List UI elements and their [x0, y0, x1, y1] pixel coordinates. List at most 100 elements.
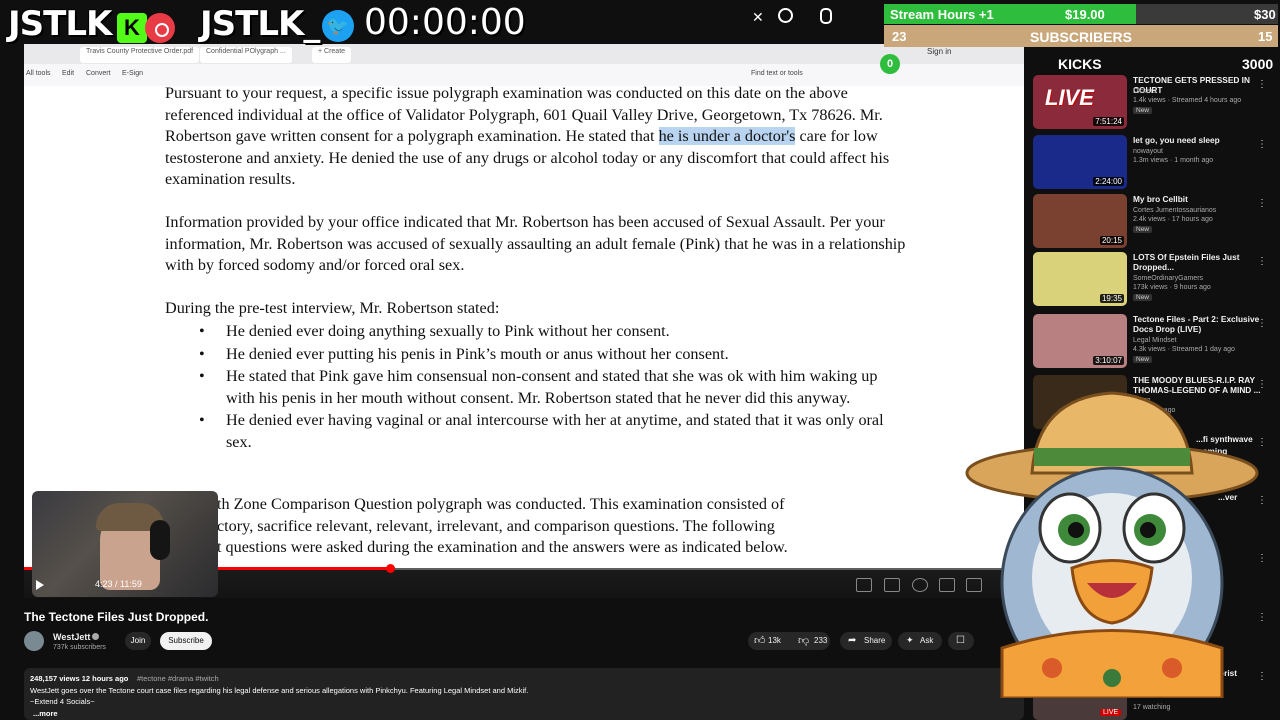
share-icon: ➦	[848, 635, 857, 646]
new-badge: New	[1133, 356, 1153, 363]
doc-paragraph-2: Information provided by your office indi…	[165, 213, 906, 274]
recommendation-item[interactable]: 2:24:00 let go, you need sleep nowayout 1.3…	[1033, 135, 1273, 191]
rec-channel[interactable]: nowayout	[1133, 148, 1163, 155]
rec-thumbnail[interactable]: 20:15	[1033, 194, 1127, 248]
rec-thumbnail[interactable]: 3:10:07	[1033, 314, 1127, 368]
progress-scrubber[interactable]	[386, 564, 395, 573]
recommendation-item[interactable]: 3:10:07 Tectone Files - Part 2: Exclusive…	[1033, 314, 1273, 370]
close-icon[interactable]: ✕	[752, 9, 764, 26]
stream-timer: 00:00:00	[364, 2, 526, 43]
penguin-mascot-image	[965, 391, 1259, 698]
more-link[interactable]: ...more	[33, 709, 58, 718]
rec-meta: 4.3k views · Streamed 1 day ago	[1133, 346, 1235, 353]
stream-hours-amount: $19.00	[1065, 7, 1105, 22]
doc-bullet: He denied ever having vaginal or anal in…	[165, 410, 910, 453]
recommendation-item[interactable]: 20:15 My bro Cellbit Cortes Jumentossauria…	[1033, 194, 1273, 250]
tool-esign[interactable]: E-Sign	[122, 70, 143, 77]
doc-paragraph-4: th Zone Comparison Question polygraph wa…	[217, 495, 788, 556]
stream-hours-label: Stream Hours +1	[890, 7, 994, 22]
rec-meta: 1.4k views · Streamed 4 hours ago	[1133, 97, 1242, 104]
doc-paragraph-3: During the pre-test interview, Mr. Rober…	[165, 299, 500, 317]
new-badge: New	[1133, 107, 1153, 114]
rec-duration: 20:15	[1099, 236, 1124, 245]
rec-duration: 19:35	[1099, 294, 1124, 303]
more-options-icon[interactable]: ⋮	[1257, 139, 1267, 150]
pdf-tab-2[interactable]: Confidential POlygraph ...	[200, 47, 292, 63]
doc-paragraph-1: Pursuant to your request, a specific iss…	[165, 84, 890, 188]
doc-bullet: He denied ever putting his penis in Pink…	[165, 344, 910, 366]
recommendation-item[interactable]: LIVE 7:51:24 TECTONE GETS PRESSED IN COURT…	[1033, 75, 1273, 131]
tool-convert[interactable]: Convert	[86, 70, 111, 77]
video-title: The Tectone Files Just Dropped.	[24, 610, 209, 624]
channel-subscribers: 737k subscribers	[53, 644, 106, 651]
new-badge: New	[1133, 226, 1153, 233]
play-icon[interactable]	[36, 580, 44, 590]
rec-title[interactable]: LOTS Of Epstein Files Just Dropped...	[1133, 252, 1261, 272]
channel-name[interactable]: WestJett	[53, 632, 90, 642]
rec-duration: 3:10:07	[1093, 356, 1124, 365]
sign-in-link[interactable]: Sign in	[927, 47, 951, 56]
thumbs-down-icon[interactable]: 👎︎	[798, 634, 809, 647]
rec-thumbnail[interactable]: 2:24:00	[1033, 135, 1127, 189]
subs-label: SUBSCRIBERS	[1030, 29, 1132, 45]
thumbs-up-icon[interactable]: 👍︎	[754, 634, 766, 647]
more-options-icon[interactable]: ⋮	[1257, 79, 1267, 90]
like-count[interactable]: 13k	[768, 636, 781, 645]
pdf-tab-1[interactable]: Travis County Protective Order.pdf	[80, 47, 200, 63]
recommendation-item[interactable]: 19:35 LOTS Of Epstein Files Just Dropped.…	[1033, 252, 1273, 308]
new-badge: New	[1133, 294, 1153, 301]
doc-bullet-list: He denied ever doing anything sexually t…	[165, 321, 910, 453]
rec-thumbnail[interactable]: 19:35	[1033, 252, 1127, 306]
live-thumbnail-text: LIVE	[1045, 85, 1094, 110]
kicks-value: 3000	[1242, 56, 1274, 72]
more-options-icon[interactable]: ⋮	[1257, 198, 1267, 209]
rec-channel[interactable]: Dickers	[1133, 88, 1156, 95]
tool-edit[interactable]: Edit	[62, 70, 74, 77]
ask-label: Ask	[920, 636, 934, 645]
pdf-tab-create[interactable]: + Create	[312, 47, 352, 63]
kick-logo-icon: K	[117, 13, 147, 43]
kicks-label: KICKS	[1058, 56, 1102, 72]
rec-title[interactable]: Tectone Files - Part 2: Exclusive Docs D…	[1133, 314, 1261, 334]
autoplay-icon[interactable]	[856, 578, 872, 592]
subscribe-button[interactable]: Subscribe	[160, 632, 212, 650]
jstlk-logo-right: JSTLK_	[200, 4, 320, 44]
search-icon[interactable]	[778, 8, 793, 23]
dislike-count[interactable]: 233	[814, 636, 827, 645]
miniplayer-icon[interactable]	[939, 578, 955, 592]
join-button[interactable]: Join	[125, 632, 151, 650]
rec-meta: 17 watching	[1133, 704, 1171, 711]
rec-channel[interactable]: Legal Mindset	[1133, 337, 1177, 344]
stream-hours-goal: $30	[1254, 7, 1276, 22]
twitter-bird-icon: 🐦	[322, 10, 354, 42]
green-counter-badge: 0	[880, 54, 900, 74]
more-options-icon[interactable]: ⋮	[1257, 256, 1267, 267]
description-extra: ~Extend 4 Socials~	[30, 697, 95, 706]
channel-avatar[interactable]	[24, 631, 44, 651]
subs-count-left: 23	[892, 29, 907, 44]
subtitles-icon[interactable]	[884, 578, 900, 592]
video-tags[interactable]: #tectone #drama #twitch	[137, 674, 219, 683]
mic-icon[interactable]	[820, 8, 832, 24]
more-options-icon[interactable]: ⋮	[1257, 318, 1267, 329]
rec-duration: 2:24:00	[1093, 177, 1124, 186]
tool-all-tools[interactable]: All tools	[26, 70, 51, 77]
rec-title[interactable]: let go, you need sleep	[1133, 135, 1261, 145]
video-stats: 248,157 views 12 hours ago	[30, 674, 129, 683]
rec-channel[interactable]: SomeOrdinaryGamers	[1133, 275, 1203, 282]
subs-count-right: 15	[1258, 29, 1273, 44]
doc-bullet: He stated that Pink gave him consensual …	[165, 366, 910, 409]
live-badge: LIVE	[1100, 709, 1122, 716]
settings-icon[interactable]	[912, 578, 928, 592]
rec-thumbnail[interactable]: LIVE 7:51:24	[1033, 75, 1127, 129]
share-label: Share	[864, 636, 886, 645]
doc-bullet: He denied ever doing anything sexually t…	[165, 321, 910, 343]
time-display: 4:23 / 11:59	[95, 579, 142, 589]
rec-title[interactable]: My bro Cellbit	[1133, 194, 1261, 204]
rec-duration: 7:51:24	[1093, 117, 1124, 126]
rec-channel[interactable]: Cortes Jumentossaurianos	[1133, 207, 1216, 214]
rec-meta: 1.3m views · 1 month ago	[1133, 157, 1214, 164]
highlighted-text: he is under a doctor's	[658, 127, 796, 145]
find-tools-input[interactable]: Find text or tools	[751, 70, 803, 77]
rec-meta: 173k views · 9 hours ago	[1133, 284, 1211, 291]
